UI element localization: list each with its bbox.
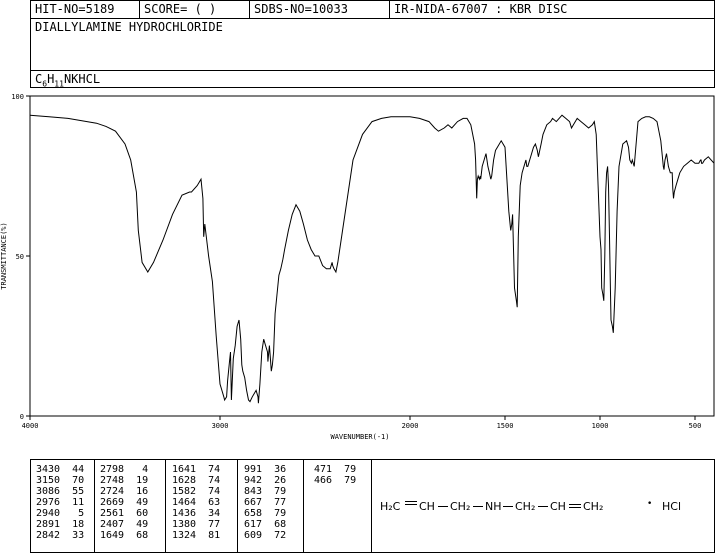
structure-ch2-b: CH₂ [515,500,536,513]
peak-entry: 658 79 [244,508,287,519]
sdbs-number: SDBS-NO=10033 [254,2,348,16]
peak-entry: 2407 49 [100,519,149,530]
structure-h2c: H₂C [380,500,401,513]
y-axis-label: TRANSMITTANCE(%) [0,222,8,289]
peak-column-3: 1641 74 1628 74 1582 74 1464 63 1436 34 1380 … [172,464,220,541]
peak-entry: 2669 49 [100,497,149,508]
peak-entry: 667 77 [244,497,287,508]
x-tick-label: 4000 [22,422,39,430]
peak-entry: 2724 16 [100,486,149,497]
compound-name: DIALLYLAMINE HYDROCHLORIDE [35,20,223,34]
chemical-structure: H₂C CH CH₂ NH CH₂ CH CH₂ • HCl [380,499,710,520]
x-tick-label: 2000 [402,422,419,430]
x-tick-label: 3000 [212,422,229,430]
structure-ch2-c: CH₂ [583,500,604,513]
peak-entry: 843 79 [244,486,287,497]
x-tick-label: 500 [689,422,702,430]
x-tick-label: 1000 [592,422,609,430]
peak-column-5: 471 79 466 79 [314,464,356,486]
peak-column-1: 3430 44 3150 70 3086 55 2976 11 2940 5 2891 1… [36,464,84,541]
peak-entry: 2891 18 [36,519,85,530]
y-axis: 0 50 100 [11,93,30,421]
peak-column-4: 991 36 942 26 843 79 667 77 658 79 617 68 609 … [244,464,286,541]
peak-entry: 991 36 [244,464,287,475]
peak-entry: 3150 70 [36,475,85,486]
peak-entry: 466 79 [314,475,357,486]
peak-entry: 471 79 [314,464,357,475]
ir-nida-id: IR-NIDA-67007 : KBR DISC [394,2,568,16]
peak-column-2: 2798 4 2748 19 2724 16 2669 49 2561 60 2407 4… [100,464,148,541]
molecular-formula: C6H11NKHCL [35,72,101,89]
x-tick-label: 1500 [497,422,514,430]
score: SCORE= ( ) [144,2,217,16]
peak-entry: 1582 74 [172,486,221,497]
hit-number: HIT-NO=5189 [35,2,115,16]
structure-hcl: HCl [662,500,682,513]
x-axis-label: WAVENUMBER(-1) [330,433,389,441]
peak-entry: 1628 74 [172,475,221,486]
y-tick-label: 0 [20,413,24,421]
peak-entry: 2842 33 [36,530,85,541]
peak-entry: 1641 74 [172,464,221,475]
structure-ch2-a: CH₂ [450,500,471,513]
peak-entry: 1380 77 [172,519,221,530]
peak-entry: 2940 5 [36,508,85,519]
x-axis: 4000 3000 2000 1500 1000 500 [22,416,702,430]
peak-entry: 1436 34 [172,508,221,519]
y-tick-label: 100 [11,93,24,101]
plot-frame [29,95,715,417]
peak-entry: 1324 81 [172,530,221,541]
peak-entry: 3430 44 [36,464,85,475]
peak-entry: 617 68 [244,519,287,530]
peak-entry: 2748 19 [100,475,149,486]
spectrum-line [29,114,715,404]
ir-spectrum-chart: 0 50 100 4000 3000 2000 1500 1000 500 TRANSMITT… [0,93,715,441]
peak-entry: 1464 63 [172,497,221,508]
peak-entry: 2976 11 [36,497,85,508]
structure-nh: NH [485,500,502,513]
peak-entry: 2561 60 [100,508,149,519]
peak-entry: 942 26 [244,475,287,486]
peak-entry: 1649 68 [100,530,149,541]
peak-entry: 2798 4 [100,464,149,475]
peak-entry: 609 72 [244,530,287,541]
structure-ch-2: CH [550,500,566,513]
structure-dot: • [647,499,653,509]
y-tick-label: 50 [16,253,24,261]
structure-ch: CH [419,500,435,513]
peak-entry: 3086 55 [36,486,85,497]
